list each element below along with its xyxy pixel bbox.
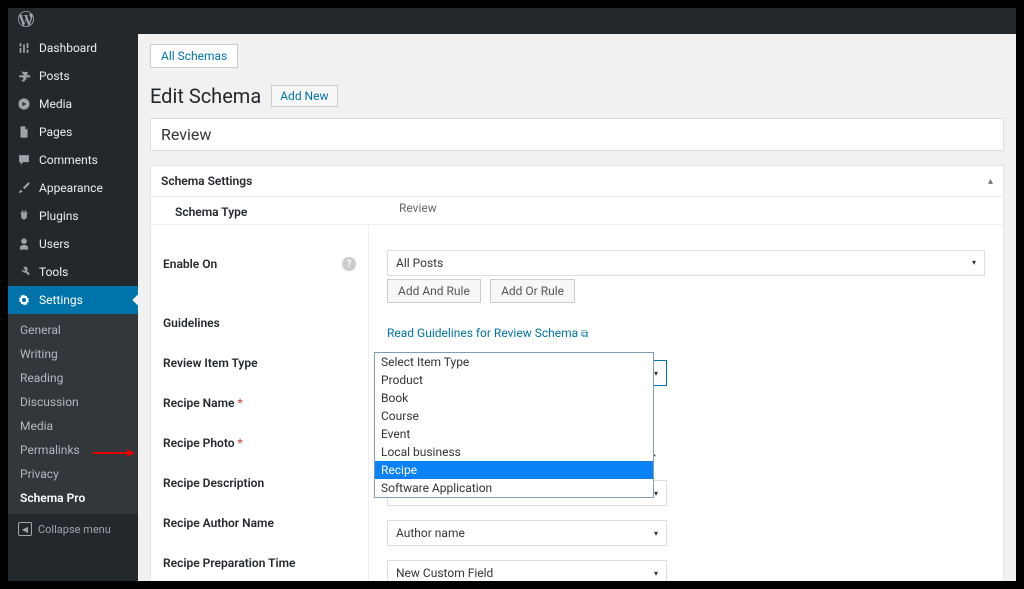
all-schemas-link[interactable]: All Schemas <box>150 44 238 68</box>
sidebar-item-users[interactable]: Users <box>8 230 138 258</box>
dropdown-option[interactable]: Select Item Type <box>375 353 653 371</box>
dropdown-option[interactable]: Book <box>375 389 653 407</box>
collapse-icon: ◀ <box>18 522 32 536</box>
submenu-reading[interactable]: Reading <box>8 366 138 390</box>
chevron-down-icon: ▾ <box>654 529 658 538</box>
submenu-discussion[interactable]: Discussion <box>8 390 138 414</box>
sidebar-item-posts[interactable]: Posts <box>8 62 138 90</box>
panel-collapse-icon[interactable]: ▴ <box>988 176 993 187</box>
chevron-down-icon: ▾ <box>972 258 976 267</box>
label-guidelines: Guidelines <box>151 308 232 338</box>
sidebar-item-pages[interactable]: Pages <box>8 118 138 146</box>
menu-label: Posts <box>39 69 70 83</box>
submenu-schema-pro[interactable]: Schema Pro <box>8 486 138 510</box>
sidebar-item-dashboard[interactable]: Dashboard <box>8 34 138 62</box>
menu-label: Settings <box>39 293 83 307</box>
review-item-type-dropdown[interactable]: Select Item TypeProductBookCourseEventLo… <box>374 352 654 498</box>
main-content: All Schemas Edit Schema Add New Review S… <box>138 8 1016 581</box>
menu-label: Users <box>39 237 70 251</box>
sidebar-item-media[interactable]: Media <box>8 90 138 118</box>
wordpress-logo-icon[interactable] <box>18 11 34 31</box>
admin-sidebar: Dashboard Posts Media Pages Comments App… <box>8 8 138 581</box>
sidebar-item-comments[interactable]: Comments <box>8 146 138 174</box>
submenu-permalinks[interactable]: Permalinks <box>8 438 138 462</box>
annotation-arrow <box>93 452 133 454</box>
dropdown-option[interactable]: Software Application <box>375 479 653 497</box>
dropdown-option[interactable]: Local business <box>375 443 653 461</box>
enable-on-select[interactable]: All Posts▾ <box>387 250 985 276</box>
chevron-down-icon: ▾ <box>654 569 658 578</box>
add-and-rule-button[interactable]: Add And Rule <box>387 279 481 303</box>
dropdown-option[interactable]: Product <box>375 371 653 389</box>
dashboard-icon <box>16 40 32 56</box>
submenu-general[interactable]: General <box>8 318 138 342</box>
page-icon <box>16 124 32 140</box>
submenu-privacy[interactable]: Privacy <box>8 462 138 486</box>
admin-bar <box>8 8 1016 34</box>
label-recipe-author-name: Recipe Author Name <box>151 508 286 538</box>
sidebar-item-appearance[interactable]: Appearance <box>8 174 138 202</box>
recipe-author-name-select[interactable]: Author name▾ <box>387 520 667 546</box>
menu-label: Tools <box>39 265 68 279</box>
recipe-prep-time-select[interactable]: New Custom Field▾ <box>387 560 667 581</box>
menu-label: Pages <box>39 125 72 139</box>
external-link-icon: ⧉ <box>581 329 588 340</box>
chevron-down-icon: ▾ <box>654 369 658 378</box>
plug-icon <box>16 208 32 224</box>
value-schema-type: Review <box>381 197 437 219</box>
settings-submenu: General Writing Reading Discussion Media… <box>8 314 138 514</box>
comment-icon <box>16 152 32 168</box>
label-recipe-photo: Recipe Photo* <box>151 428 255 458</box>
collapse-menu-button[interactable]: ◀ Collapse menu <box>8 514 138 544</box>
add-new-button[interactable]: Add New <box>271 85 337 107</box>
dropdown-option[interactable]: Recipe <box>375 461 653 479</box>
menu-label: Comments <box>39 153 98 167</box>
menu-label: Plugins <box>39 209 79 223</box>
label-recipe-description: Recipe Description <box>151 468 276 498</box>
media-icon <box>16 96 32 112</box>
menu-label: Dashboard <box>39 41 97 55</box>
tool-icon <box>16 264 32 280</box>
schema-title-input[interactable]: Review <box>150 118 1004 151</box>
label-recipe-name: Recipe Name* <box>151 388 255 418</box>
dropdown-option[interactable]: Event <box>375 425 653 443</box>
chevron-down-icon: ▾ <box>654 489 658 498</box>
add-or-rule-button[interactable]: Add Or Rule <box>490 279 575 303</box>
sidebar-item-tools[interactable]: Tools <box>8 258 138 286</box>
brush-icon <box>16 180 32 196</box>
label-recipe-prep-time: Recipe Preparation Time <box>151 548 307 578</box>
settings-icon <box>16 292 32 308</box>
submenu-writing[interactable]: Writing <box>8 342 138 366</box>
label-schema-type: Schema Type <box>163 197 381 227</box>
guidelines-link[interactable]: Read Guidelines for Review Schema⧉ <box>387 326 588 340</box>
panel-title: Schema Settings <box>161 174 252 188</box>
collapse-label: Collapse menu <box>38 523 111 536</box>
menu-label: Appearance <box>39 181 103 195</box>
user-icon <box>16 236 32 252</box>
sidebar-item-plugins[interactable]: Plugins <box>8 202 138 230</box>
pin-icon <box>16 68 32 84</box>
menu-label: Media <box>39 97 72 111</box>
label-enable-on: Enable On? <box>151 249 368 279</box>
page-title: Edit Schema <box>150 84 261 108</box>
help-icon[interactable]: ? <box>342 257 356 271</box>
sidebar-item-settings[interactable]: Settings <box>8 286 138 314</box>
dropdown-option[interactable]: Course <box>375 407 653 425</box>
label-review-item-type: Review Item Type <box>151 348 270 378</box>
submenu-media[interactable]: Media <box>8 414 138 438</box>
